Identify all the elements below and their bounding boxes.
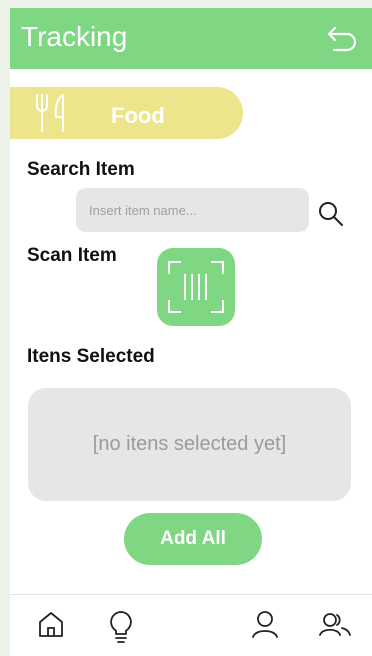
bottom-navigation bbox=[10, 594, 372, 656]
selected-section-label: Itens Selected bbox=[27, 346, 155, 367]
category-label: Food bbox=[111, 103, 165, 128]
search-section-label: Search Item bbox=[27, 159, 135, 180]
page-title: Tracking bbox=[21, 21, 128, 52]
scan-section-label: Scan Item bbox=[27, 245, 117, 266]
search-input[interactable] bbox=[76, 188, 309, 232]
home-icon[interactable] bbox=[36, 609, 66, 644]
add-all-button[interactable]: Add All bbox=[124, 513, 262, 565]
scan-barcode-button[interactable] bbox=[157, 248, 235, 326]
app-header: Tracking bbox=[10, 8, 372, 69]
fork-knife-icon bbox=[34, 93, 68, 133]
lightbulb-icon[interactable] bbox=[106, 609, 136, 648]
barcode-scan-icon bbox=[168, 261, 224, 313]
user-icon[interactable] bbox=[250, 609, 280, 644]
search-icon[interactable] bbox=[317, 200, 345, 228]
users-icon[interactable] bbox=[318, 609, 352, 644]
category-food[interactable]: Food bbox=[10, 87, 243, 139]
return-arrow-icon[interactable] bbox=[326, 24, 358, 54]
empty-selection-text: [no itens selected yet] bbox=[92, 433, 287, 455]
selected-items-list: [no itens selected yet] bbox=[28, 388, 351, 501]
phone-screen: Tracking Food Search Item Scan Item bbox=[10, 8, 372, 656]
